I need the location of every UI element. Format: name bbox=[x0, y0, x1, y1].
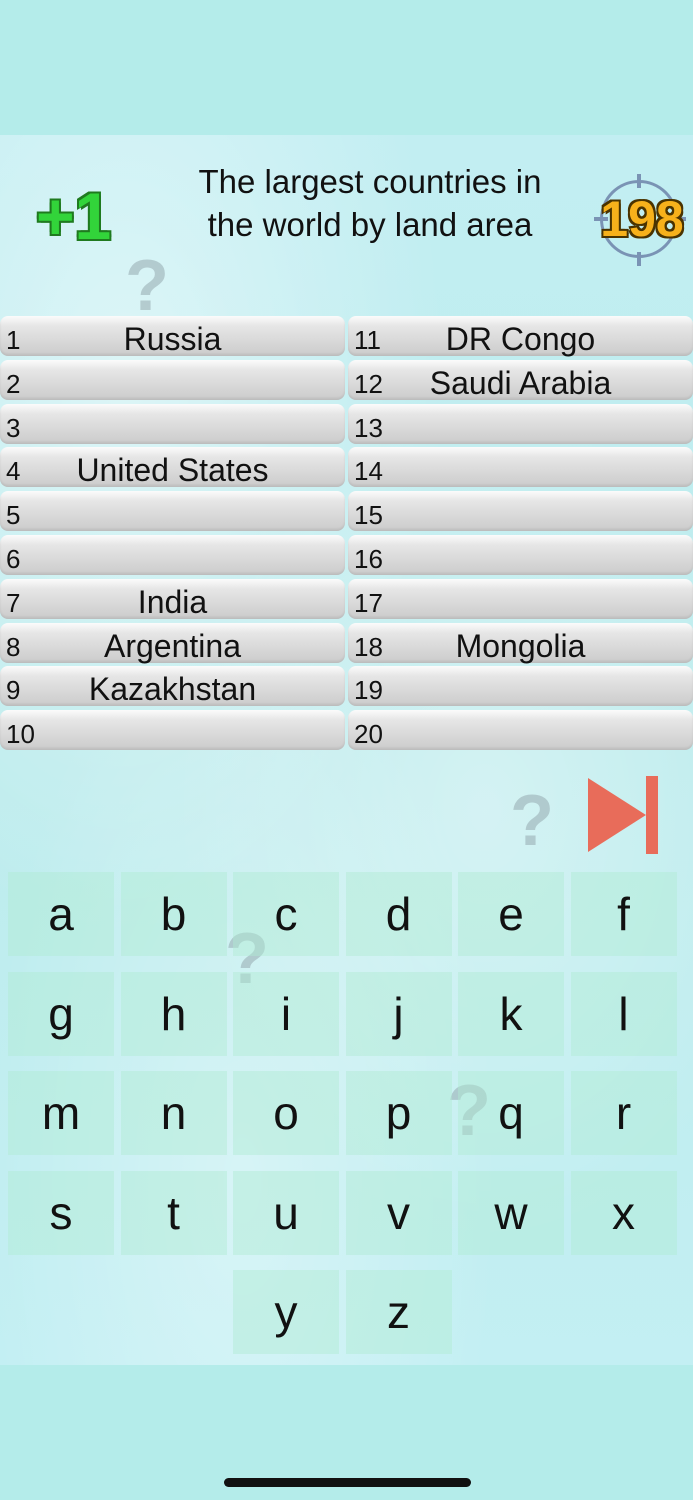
crosshair-tick bbox=[637, 174, 641, 188]
key-f[interactable]: f bbox=[570, 872, 677, 956]
decor-question-mark: ? bbox=[510, 781, 554, 861]
key-d[interactable]: d bbox=[345, 872, 452, 956]
score-gain: +1 bbox=[36, 179, 112, 253]
answer-slot: 9 Kazakhstan bbox=[0, 666, 345, 708]
answer-slot: 10 bbox=[0, 710, 345, 751]
key-r[interactable]: r bbox=[570, 1071, 677, 1155]
answer-rank: 19 bbox=[354, 675, 383, 706]
key-b[interactable]: b bbox=[120, 872, 227, 956]
answer-column-left: 1 Russia 2 3 4 United States 5 6 7 India 8 Argentin… bbox=[0, 316, 345, 754]
key-h[interactable]: h bbox=[120, 971, 227, 1056]
key-t[interactable]: t bbox=[120, 1170, 227, 1255]
key-a[interactable]: a bbox=[8, 872, 114, 956]
key-w[interactable]: w bbox=[458, 1170, 564, 1255]
answer-slot: 19 bbox=[348, 666, 693, 707]
key-l[interactable]: l bbox=[570, 971, 677, 1056]
answer-rank: 16 bbox=[354, 543, 383, 574]
skip-forward-icon bbox=[588, 776, 658, 854]
answer-rank: 8 bbox=[6, 631, 21, 662]
answer-rank: 11 bbox=[354, 325, 381, 355]
key-i[interactable]: i bbox=[233, 971, 339, 1056]
answer-rank: 7 bbox=[6, 587, 21, 618]
answer-slot: 2 bbox=[0, 359, 345, 400]
answer-text: Mongolia bbox=[455, 627, 586, 664]
key-n[interactable]: n bbox=[120, 1071, 227, 1155]
answer-column-right: 11 DR Congo 12 Saudi Arabia 13 14 15 16 17 18 Mong… bbox=[348, 316, 693, 754]
quiz-title: The largest countries in the world by la… bbox=[198, 163, 542, 243]
answer-rank: 9 bbox=[6, 675, 21, 706]
answer-slot: 6 bbox=[0, 534, 345, 575]
answer-text: India bbox=[137, 583, 208, 620]
answer-slot: 1 Russia bbox=[0, 316, 345, 357]
answer-slot: 15 bbox=[348, 491, 693, 532]
answer-slot: 13 bbox=[348, 403, 693, 444]
answer-slot: 18 Mongolia bbox=[348, 622, 693, 664]
answer-slot: 16 bbox=[348, 534, 693, 575]
answer-rank: 17 bbox=[354, 587, 383, 618]
home-indicator[interactable] bbox=[224, 1478, 471, 1487]
answer-rank: 1 bbox=[6, 325, 21, 355]
answer-rank: 13 bbox=[354, 412, 383, 443]
answer-rank: 10 bbox=[6, 719, 35, 750]
answer-text: Russia bbox=[123, 321, 222, 357]
key-k[interactable]: k bbox=[458, 971, 564, 1056]
answer-text: Argentina bbox=[104, 627, 241, 664]
answer-rank: 14 bbox=[354, 456, 383, 487]
answer-slot: 4 United States bbox=[0, 447, 345, 489]
answer-slot: 11 DR Congo bbox=[348, 316, 693, 357]
answer-text: United States bbox=[76, 452, 269, 489]
answer-text: DR Congo bbox=[445, 321, 596, 357]
key-e[interactable]: e bbox=[458, 872, 564, 956]
key-v[interactable]: v bbox=[345, 1170, 452, 1255]
timer: 198 bbox=[594, 174, 686, 266]
answer-rank: 6 bbox=[6, 543, 21, 574]
answer-rank: 4 bbox=[6, 456, 21, 487]
key-c[interactable]: c bbox=[233, 872, 339, 956]
key-y[interactable]: y bbox=[233, 1270, 339, 1354]
timer-value: 198 bbox=[600, 191, 684, 247]
answer-slot: 14 bbox=[348, 447, 693, 488]
skip-button[interactable] bbox=[588, 776, 660, 854]
key-p[interactable]: p bbox=[345, 1071, 452, 1155]
answer-rank: 2 bbox=[6, 368, 21, 399]
answer-rank: 20 bbox=[354, 719, 383, 750]
answer-slot: 7 India bbox=[0, 578, 345, 620]
crosshair-tick bbox=[637, 252, 641, 266]
decor-question-mark: ? bbox=[125, 246, 169, 326]
key-g[interactable]: g bbox=[8, 971, 114, 1056]
answer-rank: 5 bbox=[6, 500, 21, 531]
key-s[interactable]: s bbox=[8, 1170, 114, 1255]
answer-slot: 8 Argentina bbox=[0, 622, 345, 664]
key-u[interactable]: u bbox=[233, 1170, 339, 1255]
key-z[interactable]: z bbox=[345, 1270, 452, 1354]
key-m[interactable]: m bbox=[8, 1071, 114, 1155]
answer-slot: 3 bbox=[0, 403, 345, 444]
key-x[interactable]: x bbox=[570, 1170, 677, 1255]
answer-rank: 12 bbox=[354, 368, 383, 399]
key-q[interactable]: q bbox=[458, 1071, 564, 1155]
answer-rank: 15 bbox=[354, 500, 383, 531]
key-j[interactable]: j bbox=[345, 971, 452, 1056]
answer-slot: 12 Saudi Arabia bbox=[348, 359, 693, 401]
answer-text: Kazakhstan bbox=[88, 671, 257, 708]
answer-slot: 5 bbox=[0, 491, 345, 532]
answer-slot: 17 bbox=[348, 578, 693, 619]
answer-rank: 18 bbox=[354, 631, 383, 662]
answer-rank: 3 bbox=[6, 412, 21, 443]
answer-slot: 20 bbox=[348, 710, 693, 751]
key-o[interactable]: o bbox=[233, 1071, 339, 1155]
answer-text: Saudi Arabia bbox=[429, 364, 612, 401]
